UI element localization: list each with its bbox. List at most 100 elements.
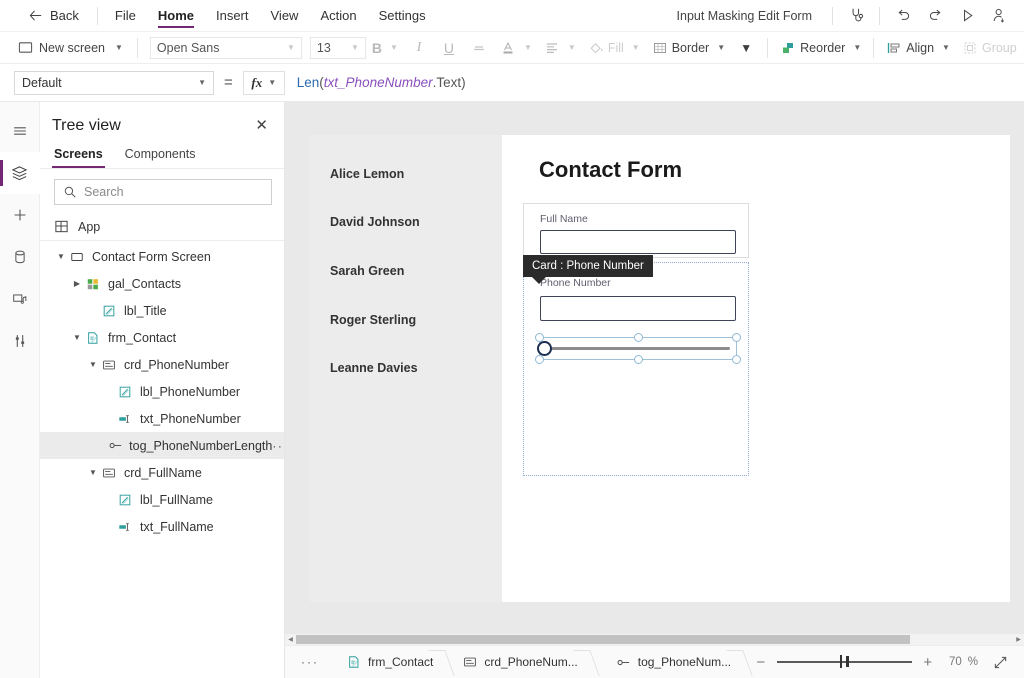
- form-title-label[interactable]: Contact Form: [539, 157, 682, 183]
- tree-node-more-options[interactable]: ···: [272, 439, 284, 453]
- italic-button[interactable]: I: [404, 35, 434, 61]
- formula-input[interactable]: Len(txt_PhoneNumber.Text): [285, 69, 1024, 97]
- underline-button[interactable]: U: [434, 35, 464, 61]
- toggle-knob[interactable]: [537, 341, 552, 356]
- tree-node-txt-fullname[interactable]: ▶ txt_FullName: [40, 513, 284, 540]
- resize-handle-bottom-right[interactable]: [732, 355, 741, 364]
- menu-item-file[interactable]: File: [104, 0, 147, 32]
- menu-item-action[interactable]: Action: [309, 0, 367, 32]
- chevron-right-icon[interactable]: ▶: [70, 279, 84, 288]
- tree-node-app[interactable]: App: [40, 213, 284, 241]
- resize-handle-bottom-center[interactable]: [634, 355, 643, 364]
- align-button[interactable]: Align ▼: [880, 35, 956, 61]
- chevron-down-icon[interactable]: ▼: [70, 333, 84, 342]
- resize-handle-bottom-left[interactable]: [535, 355, 544, 364]
- textinput-txt-phonenumber[interactable]: [540, 296, 736, 321]
- scroll-right-arrow-icon[interactable]: ▶: [1013, 634, 1024, 645]
- close-icon[interactable]: ✕: [251, 116, 272, 135]
- menu-item-home[interactable]: Home: [147, 0, 205, 32]
- resize-handle-top-left[interactable]: [535, 333, 544, 342]
- tab-components[interactable]: Components: [123, 143, 198, 168]
- tree-node-lbl-title[interactable]: ▶ lbl_Title: [40, 297, 284, 324]
- font-family-select[interactable]: Open Sans ▼: [150, 37, 302, 59]
- fill-button[interactable]: Fill ▼: [582, 35, 646, 61]
- fx-button[interactable]: fx ▼: [243, 71, 285, 95]
- scrollbar-track[interactable]: [296, 634, 1013, 645]
- chevron-down-icon: ▼: [740, 41, 752, 55]
- textinput-txt-fullname[interactable]: [540, 230, 736, 254]
- reorder-button[interactable]: Reorder ▼: [774, 35, 867, 61]
- media-icon[interactable]: [0, 278, 40, 320]
- tree-view-title: Tree view: [52, 117, 251, 135]
- font-color-button[interactable]: ▼: [494, 35, 538, 61]
- menu-item-view[interactable]: View: [260, 0, 310, 32]
- chevron-down-icon[interactable]: ▼: [86, 468, 100, 477]
- more-format-chevron[interactable]: ▼: [731, 35, 761, 61]
- app-screen-canvas[interactable]: Alice Lemon David Johnson Sarah Green Ro…: [310, 135, 1010, 602]
- data-icon[interactable]: [0, 236, 40, 278]
- zoom-in-button[interactable]: +: [918, 652, 938, 672]
- tree-view-icon[interactable]: [0, 152, 40, 194]
- label-lbl-phonenumber[interactable]: Phone Number: [540, 277, 611, 289]
- border-button[interactable]: Border ▼: [646, 35, 731, 61]
- chevron-down-icon[interactable]: ▼: [54, 252, 68, 261]
- gallery-item[interactable]: Sarah Green: [330, 264, 404, 278]
- tree-node-crd-fullname[interactable]: ▼ crd_FullName: [40, 459, 284, 486]
- share-user-icon[interactable]: [984, 2, 1014, 30]
- breadcrumb-overflow-button[interactable]: ···: [285, 655, 333, 669]
- play-preview-icon[interactable]: [952, 2, 982, 30]
- zoom-out-button[interactable]: −: [751, 652, 771, 672]
- advanced-tools-icon[interactable]: [0, 320, 40, 362]
- chevron-down-icon: ▼: [198, 78, 206, 87]
- tree-node-frm-contact[interactable]: ▼ frm_Contact: [40, 324, 284, 351]
- tree-node-lbl-fullname[interactable]: ▶ lbl_FullName: [40, 486, 284, 513]
- tree-node-contact-form-screen[interactable]: ▼ Contact Form Screen: [40, 243, 284, 270]
- zoom-slider-thumb[interactable]: [846, 656, 849, 667]
- scroll-left-arrow-icon[interactable]: ◀: [285, 634, 296, 645]
- breadcrumb-tog-phonenumberlength[interactable]: tog_PhoneNum...: [594, 646, 747, 678]
- gallery-item[interactable]: Roger Sterling: [330, 313, 416, 327]
- menu-item-settings[interactable]: Settings: [368, 0, 437, 32]
- gallery-item[interactable]: Leanne Davies: [330, 361, 418, 375]
- fit-to-screen-icon[interactable]: [990, 652, 1010, 672]
- selection-box-tog-phonenumberlength[interactable]: [539, 337, 737, 360]
- insert-plus-icon[interactable]: [0, 194, 40, 236]
- tooltip-card-phone-number: Card : Phone Number: [523, 255, 653, 277]
- tab-screens[interactable]: Screens: [52, 143, 105, 168]
- hamburger-menu-icon[interactable]: [0, 110, 40, 152]
- group-button[interactable]: Group: [956, 35, 1023, 61]
- gallery-item[interactable]: David Johnson: [330, 215, 420, 229]
- tree-node-lbl-phonenumber[interactable]: ▶ lbl_PhoneNumber: [40, 378, 284, 405]
- text-align-button[interactable]: ▼: [538, 35, 582, 61]
- align-objects-icon: [886, 40, 902, 56]
- scrollbar-thumb[interactable]: [296, 635, 910, 644]
- back-button[interactable]: Back: [0, 0, 91, 32]
- card-crd-phonenumber[interactable]: Phone Number: [523, 262, 749, 476]
- card-crd-fullname[interactable]: Full Name: [523, 203, 749, 258]
- canvas-horizontal-scrollbar[interactable]: ◀ ▶: [285, 634, 1024, 645]
- label-lbl-fullname[interactable]: Full Name: [540, 213, 588, 225]
- search-input[interactable]: [84, 185, 263, 199]
- breadcrumb-crd-phonenumber[interactable]: crd_PhoneNum...: [449, 646, 593, 678]
- tree-node-txt-phonenumber[interactable]: ▶ txt_PhoneNumber: [40, 405, 284, 432]
- tree-node-gal-contacts[interactable]: ▶ gal_Contacts: [40, 270, 284, 297]
- search-box[interactable]: [54, 179, 272, 205]
- strikethrough-icon[interactable]: [464, 35, 494, 61]
- gallery-gal-contacts[interactable]: Alice Lemon David Johnson Sarah Green Ro…: [310, 135, 502, 602]
- chevron-down-icon[interactable]: ▼: [86, 360, 100, 369]
- undo-icon[interactable]: [888, 2, 918, 30]
- property-select[interactable]: Default ▼: [14, 71, 214, 95]
- font-size-select[interactable]: 13 ▼: [310, 37, 366, 59]
- resize-handle-top-center[interactable]: [634, 333, 643, 342]
- breadcrumb-frm-contact[interactable]: frm_Contact: [333, 646, 449, 678]
- redo-icon[interactable]: [920, 2, 950, 30]
- gallery-item[interactable]: Alice Lemon: [330, 167, 404, 181]
- zoom-slider[interactable]: [777, 655, 912, 669]
- app-checker-icon[interactable]: [841, 2, 871, 30]
- tree-node-crd-phonenumber[interactable]: ▼ crd_PhoneNumber: [40, 351, 284, 378]
- bold-button[interactable]: B ▼: [366, 35, 404, 61]
- tree-node-tog-phonenumberlength[interactable]: ▶ tog_PhoneNumberLength ···: [40, 432, 284, 459]
- new-screen-button[interactable]: New screen ▼: [0, 36, 131, 60]
- resize-handle-top-right[interactable]: [732, 333, 741, 342]
- menu-item-insert[interactable]: Insert: [205, 0, 260, 32]
